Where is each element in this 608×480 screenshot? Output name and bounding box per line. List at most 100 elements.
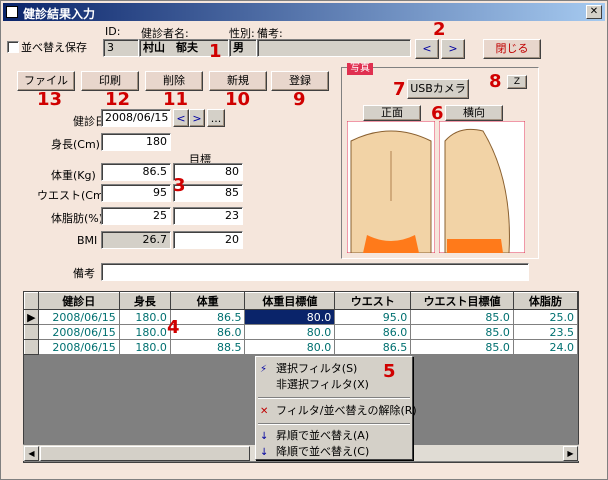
cell-weight[interactable]: 86.0 [169, 324, 246, 340]
annotation-7: 7 [393, 79, 406, 100]
table-row[interactable]: 2008/06/15 180.0 86.0 80.0 86.0 85.0 23.… [24, 324, 578, 340]
annotation-4: 4 [167, 317, 180, 338]
col-header-weight[interactable]: 体重 [169, 292, 246, 310]
annotation-9: 9 [293, 89, 306, 110]
waist-field[interactable]: 95 [101, 184, 171, 202]
cell-waist-target[interactable]: 85.0 [410, 324, 514, 340]
close-button[interactable]: 閉じる [483, 39, 541, 59]
cell-waist[interactable]: 86.0 [334, 324, 412, 340]
cell-date[interactable]: 2008/06/15 [37, 324, 120, 340]
cell-date[interactable]: 2008/06/15 [37, 309, 120, 325]
body-fat-field[interactable]: 25 [101, 207, 171, 225]
cell-weight-target[interactable]: 80.0 [244, 339, 336, 355]
side-photo[interactable] [439, 121, 525, 253]
remark-field[interactable] [101, 263, 529, 281]
cell-height[interactable]: 180.0 [118, 339, 171, 355]
print-button[interactable]: 印刷 [81, 71, 139, 91]
cell-height[interactable]: 180.0 [118, 324, 171, 340]
file-button[interactable]: ファイル [17, 71, 75, 91]
prev-record-button[interactable]: < [415, 39, 439, 59]
annotation-12: 12 [105, 89, 131, 110]
col-header-weight-target[interactable]: 体重目標値 [244, 292, 336, 310]
cell-waist-target[interactable]: 85.0 [410, 309, 514, 325]
delete-button[interactable]: 削除 [145, 71, 203, 91]
health-check-window: 健診結果入力 ✕ 並べ替え保存 ID: 健診者名: 性別: 備考: 3 村山 郁… [0, 0, 608, 480]
photo-tag: 写真 [347, 63, 373, 75]
row-selector[interactable] [24, 324, 39, 340]
menu-item-filter-selection[interactable]: ⚡ 選択フィルタ(S) [260, 361, 357, 377]
date-next-button[interactable]: > [189, 109, 205, 127]
cell-weight-target[interactable]: 80.0 [244, 309, 336, 325]
date-picker-button[interactable]: ... [207, 109, 225, 127]
row-selector[interactable] [24, 339, 39, 355]
cell-body-fat[interactable]: 25.0 [512, 309, 578, 325]
body-fat-target-field[interactable]: 23 [173, 207, 243, 225]
cell-waist[interactable]: 95.0 [334, 309, 412, 325]
col-header-date[interactable]: 健診日 [37, 292, 120, 310]
scroll-thumb[interactable] [40, 446, 250, 461]
col-header-waist-target[interactable]: ウエスト目標値 [410, 292, 514, 310]
menu-separator [258, 397, 410, 399]
cell-body-fat[interactable]: 24.0 [512, 339, 578, 355]
cell-weight-target[interactable]: 80.0 [244, 324, 336, 340]
menu-item-filter-exclude[interactable]: 非選択フィルタ(X) [260, 377, 369, 393]
annotation-5: 5 [383, 361, 396, 382]
sort-save-checkbox[interactable] [7, 41, 19, 53]
title-bar: 健診結果入力 ✕ [3, 3, 605, 21]
date-prev-button[interactable]: < [173, 109, 189, 127]
date-field[interactable]: 2008/06/15 [101, 109, 171, 127]
scroll-right-icon[interactable]: ▶ [563, 446, 578, 461]
annotation-3: 3 [173, 175, 186, 196]
bmi-target-field[interactable]: 20 [173, 231, 243, 249]
cell-body-fat[interactable]: 23.5 [512, 324, 578, 340]
front-photo-button[interactable]: 正面 [363, 105, 421, 121]
body-fat-label: 体脂肪(%) [51, 212, 104, 225]
bmi-label: BMI [77, 234, 98, 247]
table-row[interactable]: ▶ 2008/06/15 180.0 86.5 80.0 95.0 85.0 2… [24, 309, 578, 325]
cell-waist-target[interactable]: 85.0 [410, 339, 514, 355]
remove-filter-icon: ✕ [260, 406, 269, 417]
side-photo-button[interactable]: 横向 [445, 105, 503, 121]
table-row[interactable]: 2008/06/15 180.0 88.5 80.0 86.5 85.0 24.… [24, 339, 578, 355]
new-button[interactable]: 新規 [209, 71, 267, 91]
scroll-left-icon[interactable]: ◀ [24, 446, 39, 461]
sex-field: 男 [229, 39, 257, 57]
cell-date[interactable]: 2008/06/15 [37, 339, 120, 355]
annotation-2: 2 [433, 19, 446, 40]
height-field[interactable]: 180 [101, 133, 171, 151]
col-header-waist[interactable]: ウエスト [334, 292, 412, 310]
waist-label: ウエスト(Cm) [37, 189, 108, 202]
usb-camera-button[interactable]: USBカメラ [407, 79, 469, 99]
grid-corner [24, 292, 39, 310]
cell-weight[interactable]: 88.5 [169, 339, 246, 355]
menu-item-sort-asc[interactable]: ↓ 昇順で並べ替え(A) [260, 428, 369, 444]
window-title: 健診結果入力 [23, 7, 96, 21]
register-button[interactable]: 登録 [271, 71, 329, 91]
annotation-10: 10 [225, 89, 251, 110]
weight-label: 体重(Kg) [51, 169, 96, 182]
front-photo[interactable] [347, 121, 435, 253]
sort-save-label: 並べ替え保存 [21, 41, 87, 54]
remark-label: 備考 [73, 267, 95, 280]
weight-field[interactable]: 86.5 [101, 163, 171, 181]
window-close-button[interactable]: ✕ [586, 5, 602, 19]
id-label: ID: [105, 25, 121, 38]
annotation-8: 8 [489, 71, 502, 92]
id-field: 3 [103, 39, 139, 57]
cell-weight[interactable]: 86.5 [169, 309, 246, 325]
annotation-11: 11 [163, 89, 189, 110]
menu-item-remove-filter[interactable]: ✕ フィルタ/並べ替えの解除(R) [260, 403, 417, 419]
menu-item-sort-desc[interactable]: ↓ 降順で並べ替え(C) [260, 444, 369, 460]
col-header-body-fat[interactable]: 体脂肪 [512, 292, 578, 310]
cell-waist[interactable]: 86.5 [334, 339, 412, 355]
annotation-13: 13 [37, 89, 63, 110]
height-label: 身長(Cm) [51, 138, 100, 151]
col-header-height[interactable]: 身長 [118, 292, 171, 310]
zoom-button[interactable]: Z [507, 75, 527, 89]
cell-height[interactable]: 180.0 [118, 309, 171, 325]
bmi-field: 26.7 [101, 231, 171, 249]
annotation-6: 6 [431, 103, 444, 124]
next-record-button[interactable]: > [441, 39, 465, 59]
sort-desc-icon: ↓ [260, 447, 269, 458]
row-selector[interactable]: ▶ [24, 309, 39, 325]
